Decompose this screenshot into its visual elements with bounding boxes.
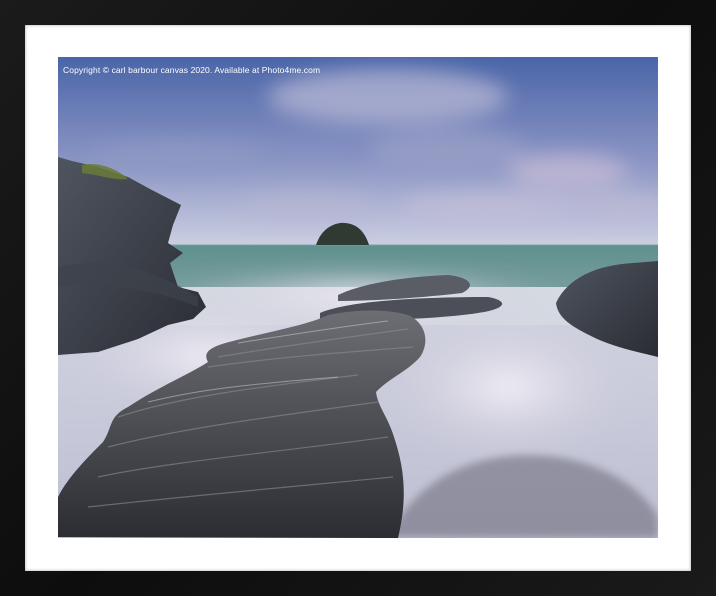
- seascape-image: [58, 57, 658, 538]
- copyright-text: Copyright © carl barbour canvas 2020. Av…: [63, 65, 321, 75]
- framed-photo: Copyright © carl barbour canvas 2020. Av…: [58, 57, 658, 538]
